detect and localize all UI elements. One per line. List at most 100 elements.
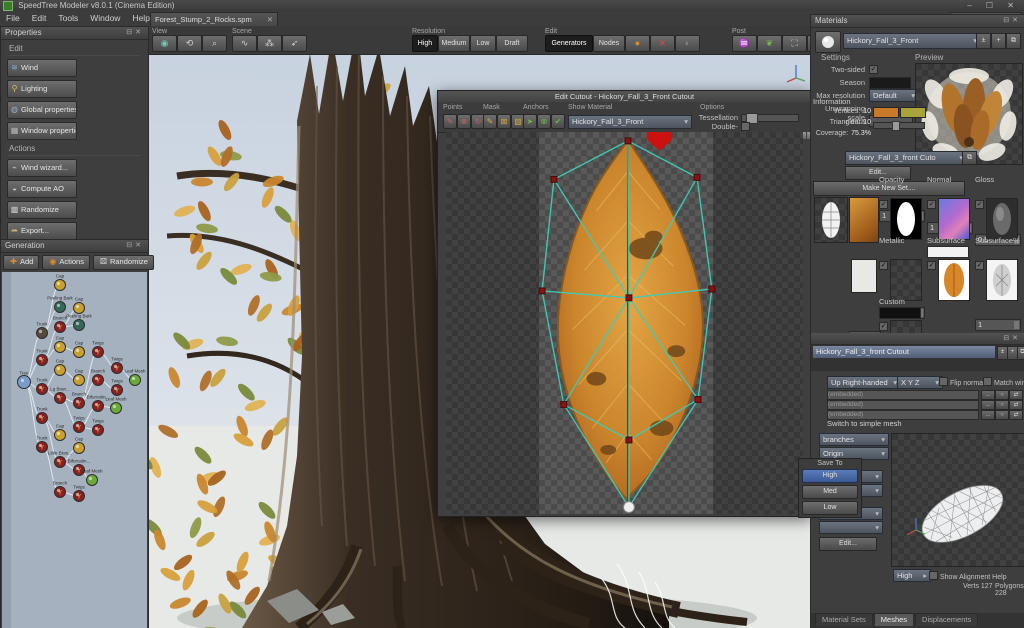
new-material-button[interactable]: + — [991, 33, 1006, 49]
graph-node-twigs[interactable]: YTwigs — [92, 341, 104, 358]
browse-file-button[interactable]: … — [981, 390, 995, 400]
bottom-anchor-handle[interactable] — [624, 502, 635, 513]
map-enabled-checkbox[interactable]: ✓ — [927, 261, 936, 270]
map-value-subsurface[interactable] — [927, 246, 969, 258]
global-properties-button[interactable]: ◍Global properties — [7, 101, 77, 119]
up-axis-select[interactable]: Up Right-handed▾ — [827, 376, 901, 389]
flip-normals-checkbox[interactable]: Flip normals — [939, 377, 988, 387]
map-enabled-checkbox[interactable]: ✓ — [879, 261, 888, 270]
mesh-edit-button[interactable]: Edit... — [819, 537, 877, 551]
graph-node-twigs[interactable]: YTwigs — [73, 416, 85, 433]
minimize-button[interactable]: – — [967, 1, 977, 10]
perspective-view-button[interactable]: ◉ — [152, 35, 177, 52]
mesh-vertex-handle[interactable] — [695, 397, 701, 403]
add-anchor-button[interactable]: ➤ — [523, 114, 537, 129]
mesh-list-selected-item[interactable]: Hickory_Fall_3_front Cutout — [813, 346, 995, 358]
tab-displacements[interactable]: Displacements — [915, 613, 978, 626]
close-panel-icon[interactable]: ✕ — [135, 242, 144, 249]
mesh-vertex-handle[interactable] — [626, 437, 632, 443]
render-post-button[interactable]: ⛶ — [782, 35, 807, 52]
graph-node-trunk[interactable]: YTrunk — [36, 378, 48, 395]
map-value-subsurfacepct[interactable]: 1 — [975, 319, 1021, 331]
embedded-path-field[interactable]: (embedded) — [827, 400, 979, 410]
save-to-low-button[interactable]: Low — [802, 501, 858, 515]
export-button[interactable]: ➦Export... — [7, 222, 77, 240]
actions-button[interactable]: ◉Actions — [42, 255, 90, 270]
mesh-vertex-handle[interactable] — [626, 295, 632, 301]
reload-button[interactable]: ○ — [995, 400, 1009, 410]
dock-icon[interactable]: ⊟ — [1003, 335, 1012, 342]
add-button[interactable]: ✚Add — [3, 255, 39, 270]
resolution-medium-button[interactable]: Medium — [438, 35, 470, 52]
delete-node-button[interactable]: ✕ — [650, 35, 675, 52]
graph-node-cap[interactable]: Cap — [74, 437, 85, 454]
spline-tool-button[interactable]: ∿ — [232, 35, 257, 52]
double-sided-checkbox[interactable] — [741, 122, 750, 131]
resolution-nodes-button[interactable]: Nodes — [593, 35, 625, 52]
color-swatch[interactable] — [873, 107, 899, 118]
save-to-med-button[interactable]: Med — [802, 485, 858, 499]
window-properties-button[interactable]: ▦Window properties — [7, 122, 77, 140]
slider-handle[interactable] — [892, 121, 900, 131]
graph-node-cap[interactable]: Cap — [55, 336, 66, 353]
graph-node-cap[interactable]: Cap — [74, 297, 85, 314]
resolution-low-button[interactable]: Low — [470, 35, 496, 52]
graph-node-trunk[interactable]: Trunk — [36, 322, 48, 339]
show-alignment-help-checkbox[interactable]: Show Alignment Help — [929, 571, 1007, 581]
lighting-button[interactable]: ⚲Lighting — [7, 80, 77, 98]
graph-node-leaf-mesh[interactable]: Leaf Mesh — [81, 469, 103, 486]
menu-edit[interactable]: Edit — [26, 11, 53, 25]
wind-button[interactable]: ≋Wind — [7, 59, 77, 77]
dock-icon[interactable]: ⊟ — [126, 29, 135, 36]
rotation-field-2[interactable]: ▾ — [819, 521, 883, 534]
show-material-select[interactable]: Hickory_Fall_3_Front▾ — [568, 115, 692, 129]
season-post-button[interactable]: ❦ — [757, 35, 782, 52]
color-slider[interactable] — [873, 122, 925, 129]
map-thumb-color-2[interactable] — [851, 259, 877, 293]
graph-node-cap[interactable]: Cap — [74, 341, 85, 358]
tab-meshes[interactable]: Meshes — [874, 613, 914, 626]
swap-button[interactable]: ⇄ — [1009, 400, 1023, 410]
wind-wizard-button[interactable]: ⌁Wind wizard... — [7, 159, 77, 177]
browse-file-button[interactable]: … — [981, 410, 995, 420]
close-panel-icon[interactable]: ✕ — [1012, 17, 1021, 24]
tessellation-slider[interactable] — [741, 114, 799, 122]
material-sphere-button[interactable] — [815, 31, 841, 53]
mesh-options-button[interactable]: ⧉ — [1017, 346, 1024, 360]
dialog-title-bar[interactable]: Edit Cutout - Hickory_Fall_3_Front Cutou… — [438, 91, 811, 102]
graph-node-trunk[interactable]: YTrunk — [36, 436, 48, 453]
paint-mask-button[interactable]: ✎ — [483, 114, 497, 129]
menu-window[interactable]: Window — [84, 11, 126, 25]
max-resolution-select[interactable]: Default▾ — [869, 89, 919, 102]
graph-node-tree[interactable]: Tree — [18, 371, 31, 389]
close-panel-icon[interactable]: ✕ — [1012, 335, 1021, 342]
add-point-button[interactable]: ✎ — [443, 114, 457, 129]
season-value-box[interactable] — [869, 77, 911, 89]
color-map-thumb[interactable] — [849, 197, 879, 243]
mesh-vertex-handle[interactable] — [694, 174, 700, 180]
map-enabled-checkbox[interactable]: ✓ — [879, 322, 888, 331]
mesh-vertex-handle[interactable] — [539, 288, 545, 294]
map-thumb-normal[interactable] — [938, 198, 970, 240]
map-enabled-checkbox[interactable]: ✓ — [927, 200, 936, 209]
material-select[interactable]: Hickory_Fall_3_Front▾ — [843, 33, 981, 49]
graph-node-trunk[interactable]: YTrunk — [36, 349, 48, 366]
generation-graph[interactable]: TreeTrunkYTrunkYTrunkYTrunkYTrunkCapPeel… — [2, 272, 147, 628]
dock-icon[interactable]: ⊟ — [1003, 17, 1012, 24]
erase-mask-button[interactable]: ⊠ — [497, 114, 511, 129]
zoom-view-button[interactable]: ⌕ — [202, 35, 227, 52]
cutout-set-options-button[interactable]: ⧉ — [962, 151, 977, 165]
graph-node-cap[interactable]: Cap — [55, 359, 66, 376]
swap-button[interactable]: ⇄ — [1009, 390, 1023, 400]
two-sided-checkbox[interactable]: ✓ — [869, 65, 878, 74]
graph-node-trunk[interactable]: YTrunk — [36, 407, 48, 424]
graph-node-branch[interactable]: YBranch — [53, 481, 68, 498]
dock-icon[interactable]: ⊟ — [126, 242, 135, 249]
material-options-button[interactable]: ⧉ — [1006, 33, 1021, 49]
cutout-wireframe-thumb[interactable] — [814, 197, 848, 243]
resolution-draft-button[interactable]: Draft — [496, 35, 528, 52]
grow-tool-button[interactable]: ➶ — [282, 35, 307, 52]
swap-button[interactable]: ⇄ — [1009, 410, 1023, 420]
map-thumb-subsurface[interactable] — [938, 259, 970, 301]
graph-node-cap[interactable]: Cap — [74, 369, 85, 386]
